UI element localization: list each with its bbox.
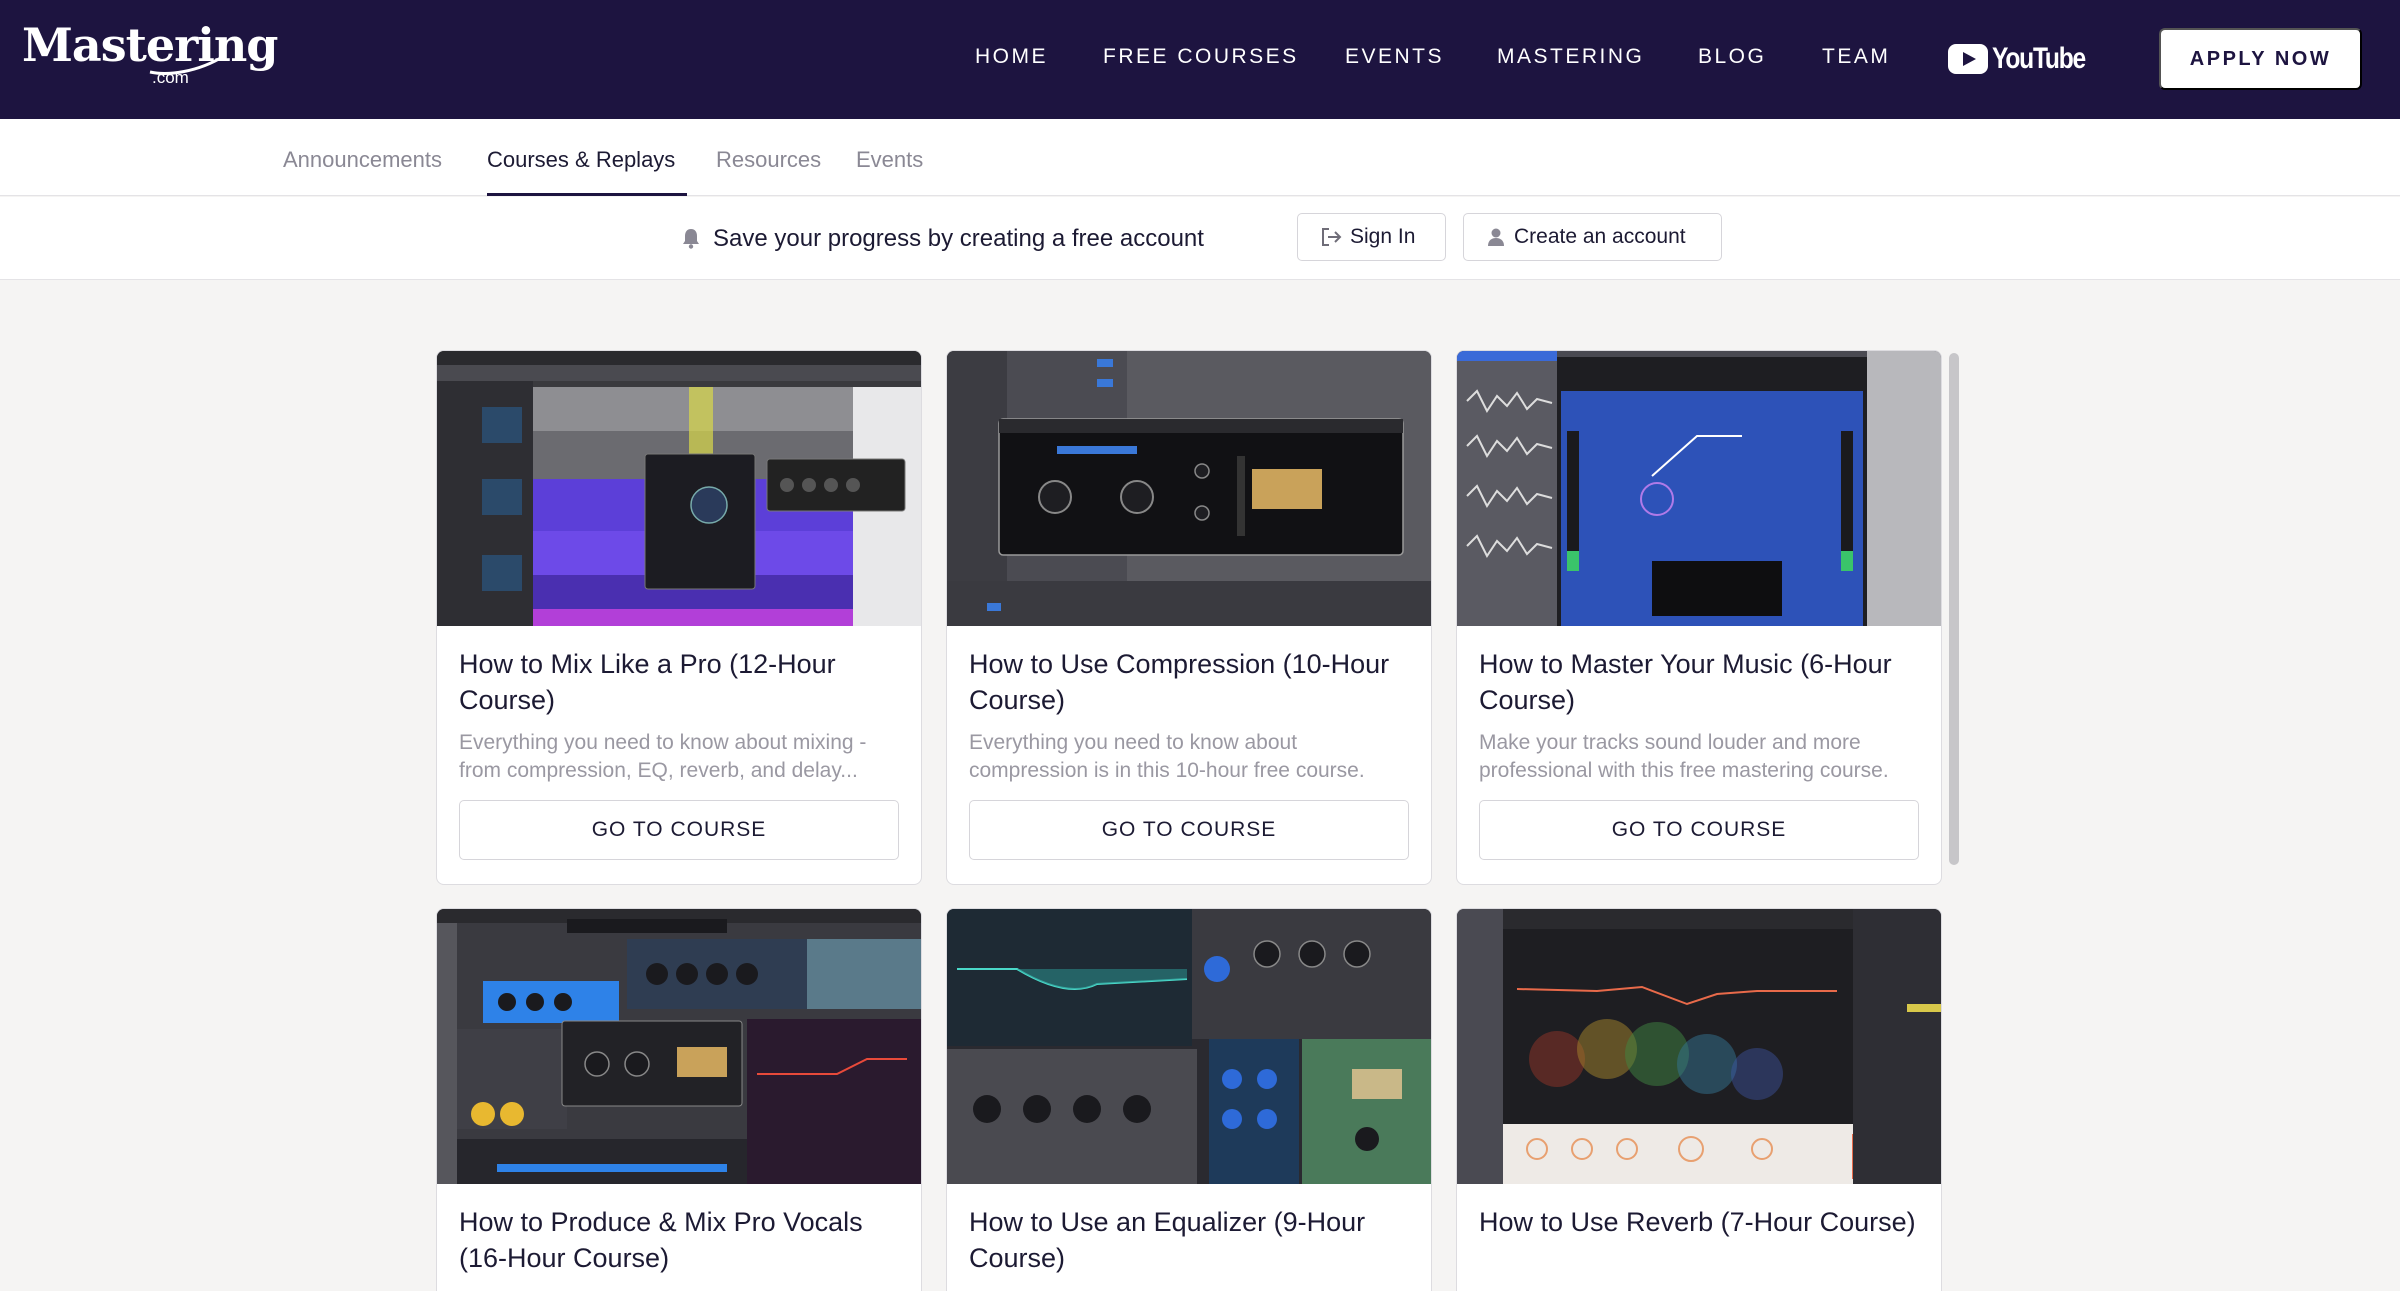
banner-text: Save your progress by creating a free ac… — [713, 225, 1204, 252]
sign-in-icon — [1322, 228, 1342, 246]
sign-in-button[interactable]: Sign In — [1297, 213, 1446, 261]
go-to-course-button[interactable]: GO TO COURSE — [459, 800, 899, 860]
course-description: Make your tracks sound louder and more p… — [1479, 731, 1889, 782]
youtube-play-icon — [1948, 44, 1988, 74]
nav-team[interactable]: TEAM — [1822, 45, 1890, 69]
course-title[interactable]: How to Master Your Music (6-Hour Course) — [1479, 646, 1919, 718]
course-card[interactable]: How to Mix Like a Pro (12-Hour Course) E… — [436, 350, 922, 885]
scrollbar-thumb[interactable] — [1949, 353, 1959, 865]
youtube-link[interactable]: YouTube — [1948, 42, 2105, 76]
course-title[interactable]: How to Produce & Mix Pro Vocals (16-Hour… — [459, 1204, 899, 1276]
youtube-label: YouTube — [1992, 42, 2086, 75]
course-card[interactable]: How to Master Your Music (6-Hour Course)… — [1456, 350, 1942, 885]
tab-resources[interactable]: Resources — [716, 147, 821, 173]
course-title[interactable]: How to Use Compression (10-Hour Course) — [969, 646, 1409, 718]
nav-free-courses[interactable]: FREE COURSES — [1103, 45, 1299, 69]
course-thumbnail[interactable] — [437, 351, 922, 626]
course-card[interactable]: How to Produce & Mix Pro Vocals (16-Hour… — [436, 908, 922, 1291]
apply-now-button[interactable]: APPLY NOW — [2159, 28, 2362, 90]
active-tab-indicator — [487, 193, 687, 196]
sign-in-label: Sign In — [1350, 225, 1416, 248]
nav-blog[interactable]: BLOG — [1698, 45, 1766, 69]
progress-banner: Save your progress by creating a free ac… — [0, 197, 2400, 280]
logo-sub-text: .com — [152, 68, 189, 87]
course-thumbnail[interactable] — [1457, 909, 1942, 1184]
tab-announcements[interactable]: Announcements — [283, 147, 442, 173]
course-card[interactable]: How to Use Reverb (7-Hour Course) — [1456, 908, 1942, 1291]
sub-tabs: Announcements Courses & Replays Resource… — [0, 119, 2400, 196]
top-navbar: Mastering .com HOME FREE COURSES EVENTS … — [0, 0, 2400, 119]
course-description: Everything you need to know about mixing… — [459, 731, 867, 782]
course-description: Everything you need to know about compre… — [969, 731, 1365, 782]
nav-mastering[interactable]: MASTERING — [1497, 45, 1644, 69]
bell-icon — [683, 229, 699, 249]
go-to-course-button[interactable]: GO TO COURSE — [969, 800, 1409, 860]
course-title[interactable]: How to Use Reverb (7-Hour Course) — [1479, 1204, 1919, 1240]
nav-home[interactable]: HOME — [975, 45, 1048, 69]
tab-events[interactable]: Events — [856, 147, 923, 173]
course-card[interactable]: How to Use an Equalizer (9-Hour Course) — [946, 908, 1432, 1291]
course-title[interactable]: How to Use an Equalizer (9-Hour Course) — [969, 1204, 1409, 1276]
create-account-label: Create an account — [1514, 225, 1686, 248]
course-title[interactable]: How to Mix Like a Pro (12-Hour Course) — [459, 646, 899, 718]
course-thumbnail[interactable] — [437, 909, 922, 1184]
nav-events[interactable]: EVENTS — [1345, 45, 1444, 69]
course-thumbnail[interactable] — [947, 909, 1432, 1184]
course-thumbnail[interactable] — [1457, 351, 1942, 626]
go-to-course-button[interactable]: GO TO COURSE — [1479, 800, 1919, 860]
create-account-button[interactable]: Create an account — [1463, 213, 1722, 261]
tab-courses-replays[interactable]: Courses & Replays — [487, 147, 675, 173]
course-card[interactable]: How to Use Compression (10-Hour Course) … — [946, 350, 1432, 885]
course-thumbnail[interactable] — [947, 351, 1432, 626]
user-icon — [1488, 228, 1504, 246]
